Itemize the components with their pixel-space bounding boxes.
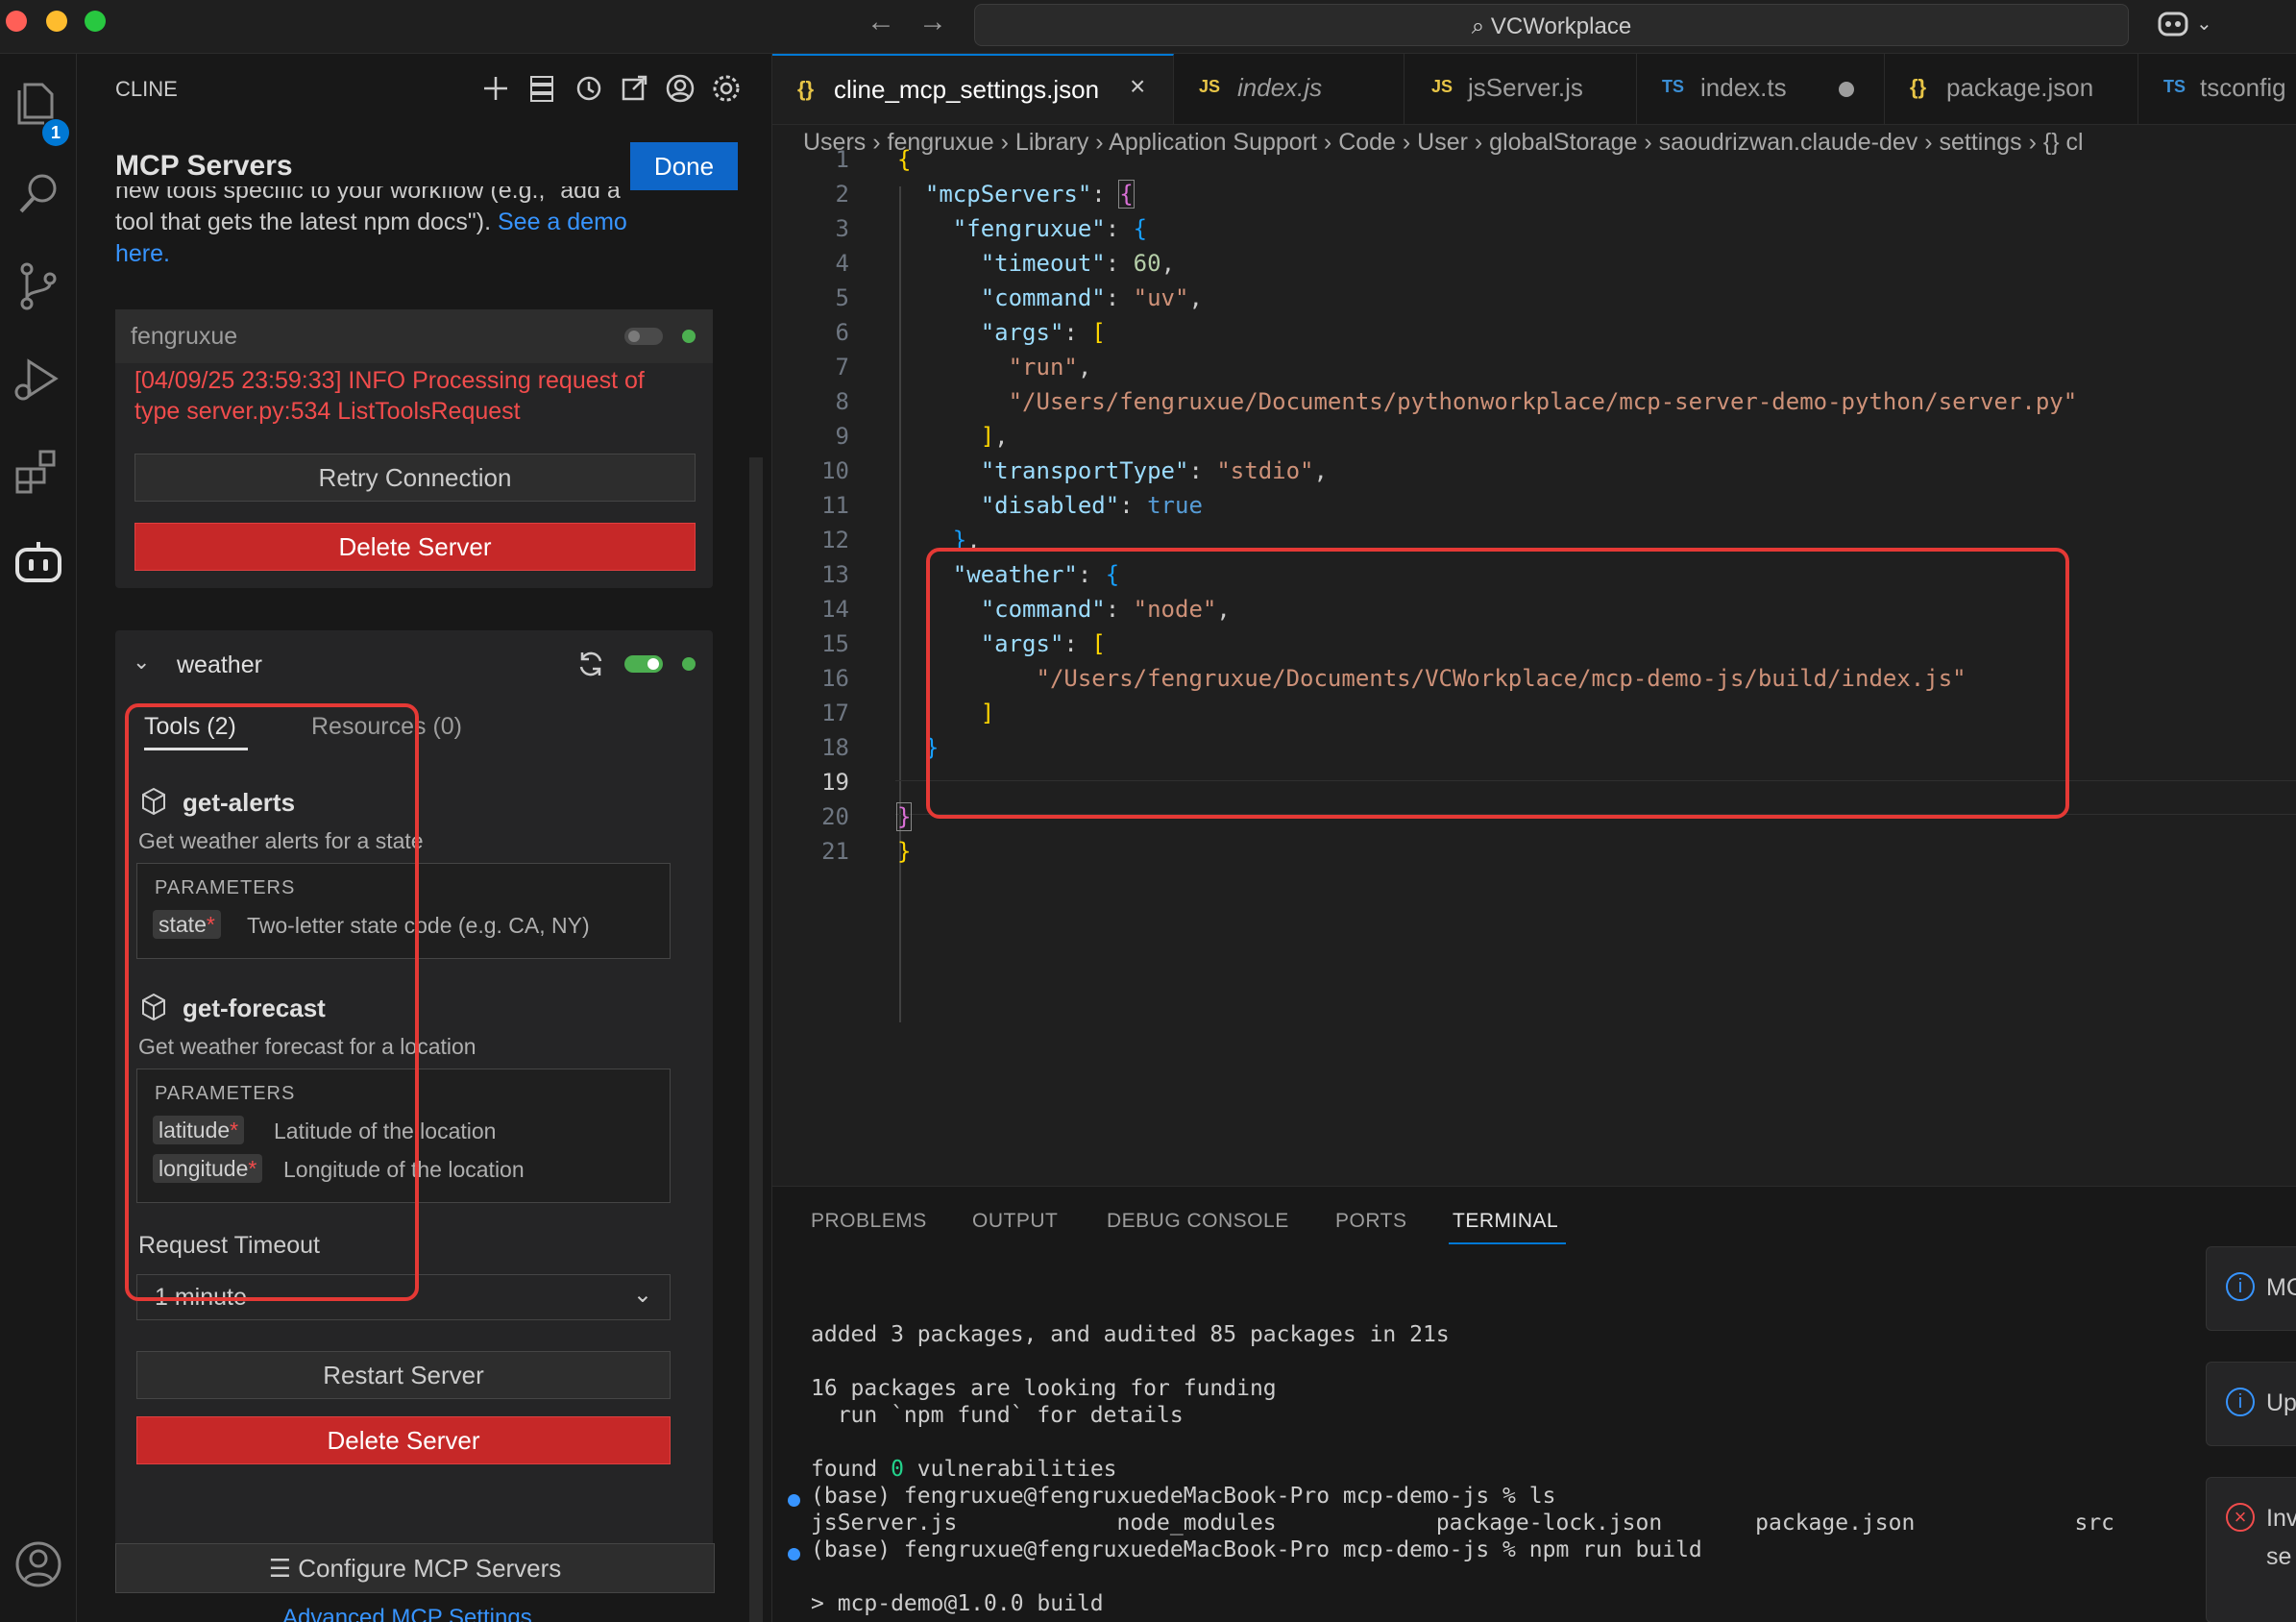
tab-terminal[interactable]: TERMINAL: [1453, 1210, 1558, 1233]
settings-gear-icon[interactable]: [709, 71, 744, 106]
notification-toast[interactable]: × Inv se: [2206, 1477, 2296, 1622]
tab-ports[interactable]: PORTS: [1335, 1210, 1406, 1233]
chevron-down-icon[interactable]: ⌄: [2196, 12, 2212, 36]
command-status-dot[interactable]: [788, 1548, 800, 1561]
title-bar: ← → ⌕ VCWorkplace ⌄: [0, 0, 2296, 54]
copilot-icon[interactable]: [2154, 8, 2192, 47]
tab-active-underline: [1449, 1242, 1566, 1244]
notification-toast[interactable]: i MC: [2206, 1246, 2296, 1331]
cline-robot-icon[interactable]: [8, 532, 69, 594]
js-file-icon: JS: [1431, 77, 1453, 96]
chevron-down-icon[interactable]: ⌄: [133, 650, 150, 675]
cline-sidebar: CLINE new tools specific to your workflo…: [77, 54, 772, 1622]
history-icon[interactable]: [571, 71, 605, 106]
server-status-dot: [682, 657, 696, 671]
json-file-icon: {}: [1910, 75, 1927, 99]
sidebar-title: CLINE: [115, 77, 178, 101]
server-name: fengruxue: [131, 323, 238, 350]
accounts-icon[interactable]: [8, 1534, 69, 1595]
close-icon[interactable]: ×: [1130, 71, 1145, 102]
js-file-icon: JS: [1199, 77, 1221, 96]
search-icon: ⌕: [1471, 13, 1491, 39]
explorer-icon[interactable]: 1: [8, 73, 69, 146]
server-enable-toggle[interactable]: [624, 655, 663, 673]
json-file-icon: {}: [797, 77, 815, 101]
tab-tsconfig[interactable]: TS tsconfig: [2138, 54, 2296, 124]
info-icon: i: [2226, 1272, 2255, 1301]
source-control-icon[interactable]: [8, 256, 69, 317]
run-debug-icon[interactable]: [8, 348, 69, 409]
restart-server-button[interactable]: Restart Server: [136, 1351, 671, 1399]
extensions-icon[interactable]: [8, 440, 69, 502]
retry-connection-button[interactable]: Retry Connection: [134, 454, 696, 502]
here-link[interactable]: here.: [115, 240, 170, 267]
back-arrow-icon[interactable]: ←: [867, 6, 895, 38]
account-icon[interactable]: [663, 71, 697, 106]
tools-highlight-box: [125, 703, 419, 1301]
tab-package-json[interactable]: {} package.json: [1885, 54, 2138, 124]
open-external-icon[interactable]: [617, 71, 651, 106]
server-card-fengruxue: fengruxue [04/09/25 23:59:33] INFO Proce…: [115, 309, 713, 588]
search-icon[interactable]: [8, 163, 69, 225]
command-center-search[interactable]: ⌕ VCWorkplace: [974, 4, 2129, 46]
close-window-button[interactable]: [6, 11, 27, 32]
chevron-down-icon: ⌄: [632, 1282, 652, 1308]
plus-icon[interactable]: [478, 71, 513, 106]
forward-arrow-icon[interactable]: →: [918, 6, 947, 38]
weather-config-highlight-box: [926, 548, 2069, 819]
server-error-message: [04/09/25 23:59:33] INFO Processing requ…: [134, 367, 645, 425]
refresh-icon[interactable]: [574, 648, 607, 685]
server-enable-toggle[interactable]: [624, 328, 663, 345]
delete-server-button[interactable]: Delete Server: [136, 1416, 671, 1464]
server-status-dot: [682, 330, 696, 343]
error-icon: ×: [2226, 1503, 2255, 1532]
current-line-number: 19: [821, 769, 849, 796]
tab-index-ts[interactable]: TS index.ts: [1637, 54, 1885, 124]
maximize-window-button[interactable]: [85, 11, 106, 32]
tab-jsserver-js[interactable]: JS jsServer.js: [1404, 54, 1637, 124]
editor-tab-bar: {} cline_mcp_settings.json × JS index.js…: [772, 54, 2296, 125]
ts-file-icon: TS: [2163, 77, 2186, 96]
info-icon: i: [2226, 1388, 2255, 1416]
server-name: weather: [177, 651, 262, 678]
code-editor[interactable]: 1{ 2 "mcpServers": { 3 "fengruxue": { 4 …: [772, 146, 2296, 1186]
unsaved-dot-icon[interactable]: [1839, 82, 1854, 97]
terminal-output[interactable]: added 3 packages, and audited 85 package…: [811, 1321, 2114, 1617]
server-stack-icon[interactable]: [525, 71, 559, 106]
ts-file-icon: TS: [1662, 77, 1685, 96]
done-button[interactable]: Done: [630, 142, 738, 190]
activity-bar: 1: [0, 54, 77, 1622]
tab-debug-console[interactable]: DEBUG CONSOLE: [1107, 1210, 1289, 1233]
configure-mcp-servers-button[interactable]: ☰ Configure MCP Servers: [115, 1543, 715, 1593]
notification-toast[interactable]: i Up: [2206, 1362, 2296, 1446]
tab-problems[interactable]: PROBLEMS: [811, 1210, 927, 1233]
mcp-servers-title: MCP Servers: [115, 150, 293, 182]
command-status-dot[interactable]: [788, 1494, 800, 1507]
sidebar-scrollbar[interactable]: [749, 457, 763, 1622]
server-stack-icon: ☰: [268, 1553, 299, 1583]
tab-cline-mcp-settings[interactable]: {} cline_mcp_settings.json ×: [772, 54, 1174, 124]
workspace-name: VCWorkplace: [1490, 13, 1632, 39]
see-demo-link[interactable]: See a demo: [498, 209, 627, 235]
delete-server-button[interactable]: Delete Server: [134, 523, 696, 571]
bottom-panel: PROBLEMS OUTPUT DEBUG CONSOLE PORTS TERM…: [772, 1186, 2296, 1622]
advanced-mcp-settings-link[interactable]: Advanced MCP Settings: [282, 1605, 532, 1622]
explorer-badge: 1: [42, 119, 69, 146]
minimize-window-button[interactable]: [46, 11, 67, 32]
tab-output[interactable]: OUTPUT: [972, 1210, 1058, 1233]
tab-index-js[interactable]: JS index.js: [1174, 54, 1404, 124]
